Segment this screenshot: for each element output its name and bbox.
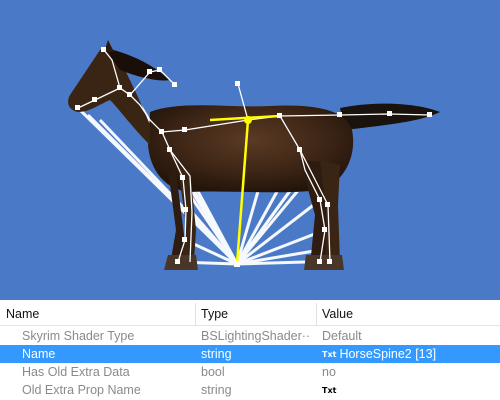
column-header-name[interactable]: Name bbox=[6, 307, 39, 321]
row-name: Has Old Extra Data bbox=[22, 365, 130, 379]
table-row[interactable]: Skyrim Shader Type BSLightingShader··· D… bbox=[0, 327, 500, 345]
row-name: Skyrim Shader Type bbox=[22, 329, 135, 343]
properties-header: Name Type Value bbox=[0, 303, 500, 326]
column-header-value[interactable]: Value bbox=[322, 307, 353, 321]
row-value[interactable]: HorseSpine2 [13] bbox=[339, 347, 436, 361]
row-value[interactable]: Default bbox=[322, 329, 497, 343]
row-value[interactable]: no bbox=[322, 365, 497, 379]
row-value-cell[interactable]: Txt bbox=[322, 383, 497, 397]
table-row[interactable]: Old Extra Prop Name string Txt bbox=[0, 381, 500, 399]
horse-skeleton-render[interactable] bbox=[0, 0, 500, 300]
selected-joint bbox=[244, 116, 252, 124]
row-type: BSLightingShader··· bbox=[201, 329, 311, 343]
text-type-icon: Txt bbox=[322, 350, 337, 359]
row-type: string bbox=[201, 347, 232, 361]
row-name: Name bbox=[22, 347, 56, 361]
table-row[interactable]: Has Old Extra Data bool no bbox=[0, 363, 500, 381]
table-row-selected[interactable]: Name string Txt HorseSpine2 [13] bbox=[0, 345, 500, 363]
3d-viewport[interactable] bbox=[0, 0, 500, 300]
row-type: string bbox=[201, 383, 232, 397]
row-name: Old Extra Prop Name bbox=[22, 383, 141, 397]
row-type: bool bbox=[201, 365, 225, 379]
column-divider[interactable] bbox=[316, 303, 317, 325]
column-divider[interactable] bbox=[195, 303, 196, 325]
text-type-icon: Txt bbox=[322, 386, 337, 395]
properties-panel: Name Type Value Skyrim Shader Type BSLig… bbox=[0, 300, 500, 400]
row-value-cell[interactable]: Txt HorseSpine2 [13] bbox=[322, 347, 497, 361]
column-header-type[interactable]: Type bbox=[201, 307, 228, 321]
